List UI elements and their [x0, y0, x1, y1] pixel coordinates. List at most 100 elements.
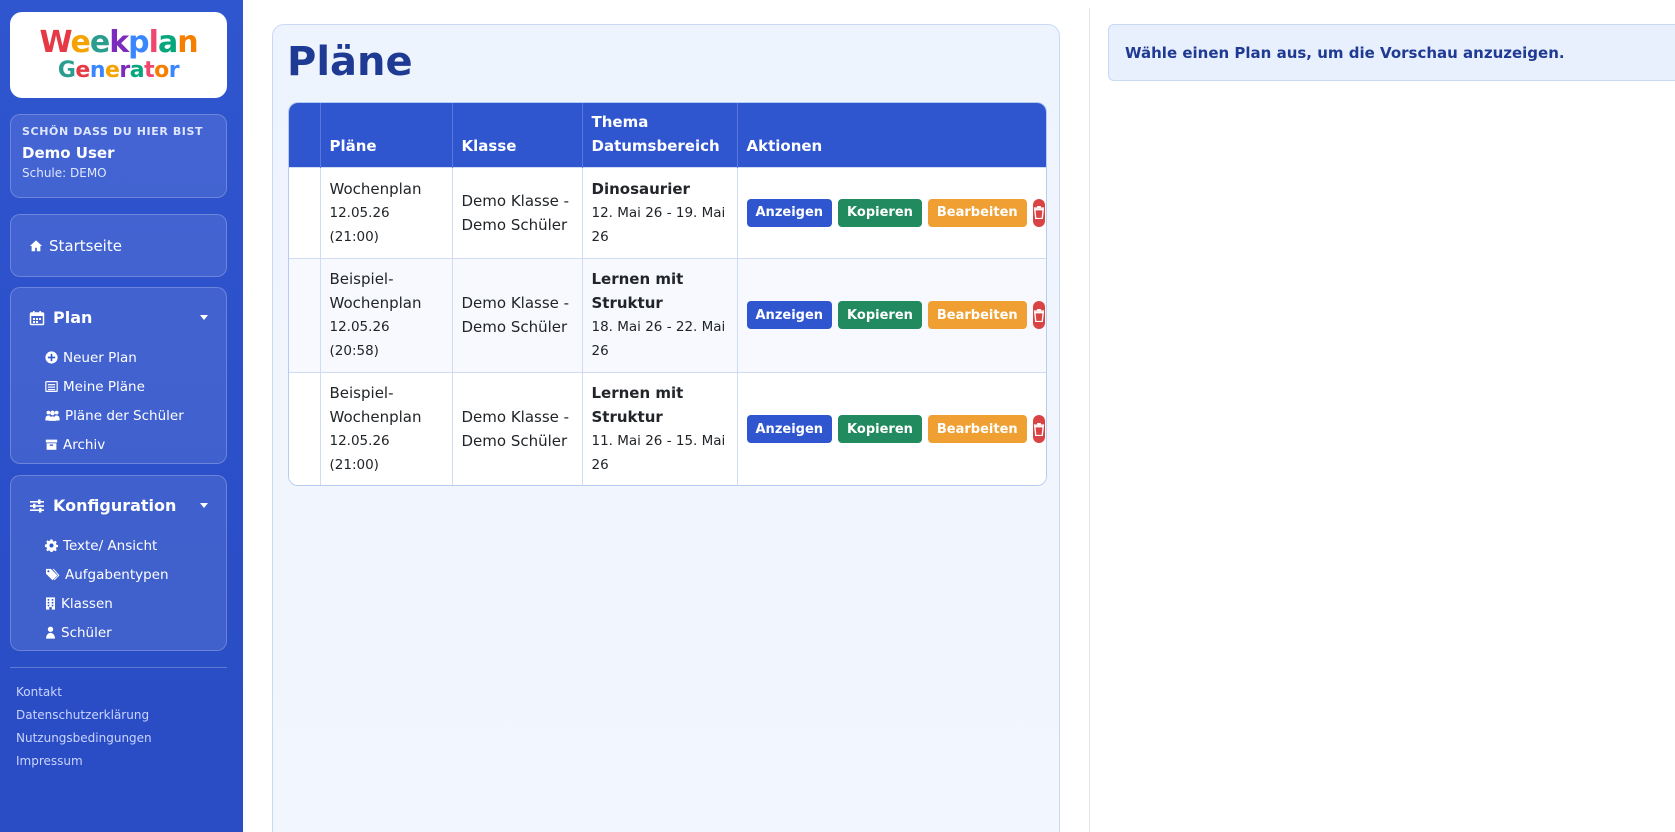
plan-theme: Lernen mit Struktur	[591, 270, 684, 312]
edit-button[interactable]: Bearbeiten	[927, 198, 1027, 227]
nav-my-plans-label: Meine Pläne	[63, 378, 145, 395]
plan-name-cell: Wochenplan 12.05.26 (21:00)	[320, 166, 453, 258]
nav-home[interactable]: Startseite	[29, 237, 122, 255]
nav-task-types-label: Aufgabentypen	[65, 566, 169, 583]
table-header-row: Pläne Klasse Thema Datumsbereich Aktione…	[289, 103, 1046, 167]
plan-name: Beispiel-Wochenplan	[329, 270, 422, 312]
delete-button[interactable]	[1032, 301, 1045, 329]
tags-icon	[45, 568, 60, 581]
welcome-card: SCHÖN DASS DU HIER BIST Demo User Schule…	[10, 114, 227, 198]
footer-link-privacy[interactable]: Datenschutzerklärung	[16, 703, 152, 726]
nav-students-label: Schüler	[61, 624, 112, 641]
copy-button[interactable]: Kopieren	[838, 198, 922, 227]
user-school: Schule: DEMO	[22, 166, 107, 180]
app-logo[interactable]: Weekplan Generator	[10, 12, 227, 98]
plan-actions-cell: Anzeigen Kopieren Bearbeiten	[737, 371, 1046, 485]
plan-theme-cell: Lernen mit Struktur 18. Mai 26 - 22. Mai…	[582, 257, 738, 372]
nav-student-plans[interactable]: Pläne der Schüler	[45, 401, 184, 430]
sidebar: Weekplan Generator SCHÖN DASS DU HIER BI…	[0, 0, 243, 832]
nav-student-plans-label: Pläne der Schüler	[65, 407, 184, 424]
nav-new-plan[interactable]: Neuer Plan	[45, 343, 184, 372]
config-sub-list: Texte/ Ansicht Aufgabentypen Klassen Sch…	[45, 531, 169, 647]
plans-table: Pläne Klasse Thema Datumsbereich Aktione…	[288, 102, 1047, 486]
header-class: Klasse	[452, 103, 583, 167]
edit-button[interactable]: Bearbeiten	[927, 415, 1027, 444]
header-theme-line1: Thema	[591, 112, 649, 131]
plan-theme: Lernen mit Struktur	[591, 384, 684, 427]
header-theme: Thema Datumsbereich	[582, 103, 738, 167]
footer-link-imprint[interactable]: Impressum	[16, 749, 152, 772]
plan-class: Demo Klasse - Demo Schüler	[452, 166, 583, 258]
chevron-down-icon	[200, 503, 208, 508]
plan-theme-cell: Dinosaurier 12. Mai 26 - 19. Mai 26	[582, 166, 738, 258]
show-button[interactable]: Anzeigen	[746, 415, 833, 444]
logo-line1: Weekplan	[39, 25, 198, 60]
user-name: Demo User	[22, 144, 115, 162]
row-select-cell	[289, 371, 321, 485]
plan-section-label: Plan	[53, 308, 93, 327]
plan-name: Beispiel-Wochenplan	[329, 384, 422, 427]
plans-panel: Pläne Pläne Klasse Thema Datumsbereich A…	[272, 24, 1060, 832]
user-icon	[45, 626, 56, 639]
plan-created: 12.05.26 (20:58)	[329, 319, 390, 359]
table-row[interactable]: Wochenplan 12.05.26 (21:00) Demo Klasse …	[289, 166, 1046, 258]
footer-link-terms[interactable]: Nutzungsbedingungen	[16, 726, 152, 749]
plan-name-cell: Beispiel-Wochenplan 12.05.26 (21:00)	[320, 371, 453, 485]
delete-button[interactable]	[1032, 415, 1045, 444]
list-icon	[45, 380, 58, 393]
nav-classes-label: Klassen	[61, 595, 113, 612]
trash-icon	[1033, 308, 1045, 322]
welcome-kicker: SCHÖN DASS DU HIER BIST	[22, 125, 204, 138]
nav-archive[interactable]: Archiv	[45, 430, 184, 459]
nav-texts-view-label: Texte/ Ansicht	[63, 537, 158, 554]
table-row[interactable]: Beispiel-Wochenplan 12.05.26 (20:58) Dem…	[289, 257, 1046, 372]
plan-class: Demo Klasse - Demo Schüler	[452, 371, 583, 485]
nav-students[interactable]: Schüler	[45, 618, 169, 647]
row-select-cell	[289, 257, 321, 372]
nav-my-plans[interactable]: Meine Pläne	[45, 372, 184, 401]
nav-task-types[interactable]: Aufgabentypen	[45, 560, 169, 589]
plan-section: Plan Neuer Plan Meine Pläne Pläne der Sc…	[10, 287, 227, 464]
plan-created: 12.05.26 (21:00)	[329, 204, 390, 245]
plan-date-range: 18. Mai 26 - 22. Mai 26	[591, 319, 726, 359]
plan-name: Wochenplan	[329, 179, 422, 198]
delete-button[interactable]	[1032, 198, 1045, 227]
show-button[interactable]: Anzeigen	[746, 301, 833, 329]
config-section-label: Konfiguration	[53, 496, 177, 515]
preview-message: Wähle einen Plan aus, um die Vorschau an…	[1125, 43, 1565, 62]
home-card: Startseite	[10, 214, 227, 277]
gear-icon	[45, 539, 58, 552]
archive-icon	[45, 438, 58, 451]
edit-button[interactable]: Bearbeiten	[927, 301, 1027, 329]
sliders-icon	[29, 498, 45, 514]
header-plans: Pläne	[320, 103, 453, 167]
nav-classes[interactable]: Klassen	[45, 589, 169, 618]
plan-actions-cell: Anzeigen Kopieren Bearbeiten	[737, 257, 1046, 372]
show-button[interactable]: Anzeigen	[746, 198, 833, 227]
plan-actions-cell: Anzeigen Kopieren Bearbeiten	[737, 166, 1046, 258]
calendar-icon	[29, 310, 45, 326]
copy-button[interactable]: Kopieren	[838, 301, 922, 329]
plan-theme: Dinosaurier	[591, 179, 690, 198]
footer-links: Kontakt Datenschutzerklärung Nutzungsbed…	[16, 680, 152, 772]
plan-date-range: 12. Mai 26 - 19. Mai 26	[591, 204, 726, 245]
users-icon	[45, 409, 60, 422]
plan-date-range: 11. Mai 26 - 15. Mai 26	[591, 433, 726, 474]
trash-icon	[1033, 422, 1045, 436]
config-section-toggle[interactable]: Konfiguration	[29, 496, 208, 515]
sidebar-divider	[10, 667, 227, 668]
footer-link-contact[interactable]: Kontakt	[16, 680, 152, 703]
plan-created: 12.05.26 (21:00)	[329, 433, 390, 474]
nav-texts-view[interactable]: Texte/ Ansicht	[45, 531, 169, 560]
nav-archive-label: Archiv	[63, 436, 106, 453]
plan-section-toggle[interactable]: Plan	[29, 308, 208, 327]
table-row[interactable]: Beispiel-Wochenplan 12.05.26 (21:00) Dem…	[289, 371, 1046, 485]
header-theme-line2: Datumsbereich	[591, 136, 720, 155]
page-title: Pläne	[287, 39, 413, 85]
plan-sub-list: Neuer Plan Meine Pläne Pläne der Schüler…	[45, 343, 184, 459]
copy-button[interactable]: Kopieren	[838, 415, 922, 444]
row-select-cell	[289, 166, 321, 258]
trash-icon	[1033, 206, 1045, 219]
chevron-down-icon	[200, 315, 208, 320]
building-icon	[45, 597, 56, 610]
